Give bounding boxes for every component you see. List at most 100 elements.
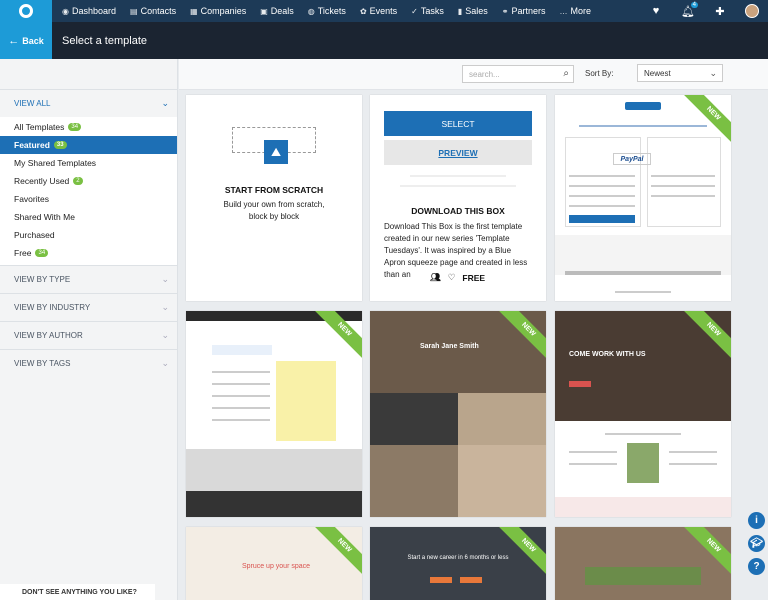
nav-dashboard[interactable]: ◉ Dashboard [62, 6, 116, 16]
thumb-photo [370, 445, 458, 517]
info-icon[interactable]: i [748, 512, 765, 529]
dashboard-icon: ◉ [62, 6, 69, 16]
nav-label: Contacts [140, 6, 177, 16]
arrow-left-icon: ← [8, 34, 20, 47]
template-card-sarah-jane[interactable]: NEW Sarah Jane Smith [370, 311, 546, 517]
view-all-section[interactable]: VIEW ALL ⌄ [0, 89, 177, 117]
section-label: VIEW BY TAGS [14, 359, 71, 368]
dont-see-anything-link[interactable]: DON'T SEE ANYTHING YOU LIKE? [0, 584, 155, 600]
nav-tasks[interactable]: ✓ Tasks [411, 6, 444, 16]
download-this-box-card[interactable]: SELECT PREVIEW DOWNLOAD THIS BOX Downloa… [370, 95, 546, 301]
start-from-scratch-card[interactable]: ⛰ START FROM SCRATCH Build your own from… [186, 95, 362, 301]
chevron-down-icon: ⌄ [161, 98, 169, 108]
nav-contacts[interactable]: ▤ Contacts [130, 6, 176, 16]
nav-label: Sales [465, 6, 488, 16]
favorites-heart-icon[interactable]: ♥ [640, 0, 672, 22]
back-label: Back [22, 35, 44, 46]
section-label: VIEW BY TYPE [14, 275, 71, 284]
nav-partners[interactable]: ⚭ Partners [502, 6, 546, 16]
user-avatar-button[interactable] [736, 0, 768, 22]
nav-companies[interactable]: ▦ Companies [190, 6, 246, 16]
card-title: DOWNLOAD THIS BOX [411, 206, 505, 216]
back-button[interactable]: ← Back [0, 22, 52, 59]
tasks-icon: ✓ [411, 6, 418, 16]
nav-items: ◉ Dashboard ▤ Contacts ▦ Companies ▣ Deals ◍ Tick… [62, 0, 605, 22]
template-card-marketing-form[interactable]: NEW [186, 311, 362, 517]
nav-label: Tickets [317, 6, 346, 16]
sidebar-item-favorites[interactable]: Favorites [0, 190, 177, 208]
partners-icon: ⚭ [501, 6, 509, 16]
thumb-hero-button [569, 381, 591, 387]
sort-value: Newest [644, 68, 671, 78]
sidebar-item-free[interactable]: Free 34 [0, 244, 177, 262]
thumb-line [651, 185, 715, 187]
thumb-photo [458, 445, 546, 517]
thumb-line [605, 433, 681, 435]
nav-sales[interactable]: ▮ Sales [458, 6, 488, 16]
section-view-by-type[interactable]: VIEW BY TYPE ⌄ [0, 265, 177, 293]
nav-tickets[interactable]: ◍ Tickets [308, 6, 346, 16]
thumb-logo-button [625, 102, 661, 110]
nav-label: Tasks [420, 6, 444, 16]
content-toolbar: search... ⌕ Sort By: Newest ⌄ [179, 59, 768, 90]
template-card-restaurant[interactable]: NEW [555, 527, 731, 600]
template-card-come-work[interactable]: NEW COME WORK WITH US [555, 311, 731, 517]
thumb-submit-button [569, 215, 635, 223]
image-placeholder-icon: ⛰ [264, 140, 288, 164]
count-badge: 34 [35, 249, 49, 257]
thumb-footer [555, 497, 731, 517]
template-filter-list: All Templates 34 Featured 33 My Shared Templ… [0, 117, 177, 265]
sidebar-item-recently-used[interactable]: Recently Used 2 [0, 172, 177, 190]
help-question-icon[interactable]: ? [748, 558, 765, 575]
chevron-down-icon: ⌄ [709, 68, 717, 78]
template-card-spruce[interactable]: NEW Spruce up your space [186, 527, 362, 600]
page-header: ← Back Select a template [0, 22, 768, 59]
sidebar-item-label: Shared With Me [14, 212, 75, 222]
sidebar-item-my-shared-templates[interactable]: My Shared Templates [0, 154, 177, 172]
search-input[interactable]: search... ⌕ [462, 65, 574, 83]
thumb-line [669, 463, 717, 465]
more-icon: … [559, 6, 568, 16]
nav-events[interactable]: ✿ Events [360, 6, 397, 16]
nav-label: Events [369, 6, 398, 16]
sidebar-item-featured[interactable]: Featured 33 [0, 136, 177, 154]
heart-icon[interactable]: ♡ [448, 272, 456, 283]
tickets-icon: ◍ [307, 6, 315, 16]
sidebar-item-label: Recently Used [14, 176, 70, 186]
sort-select[interactable]: Newest ⌄ [637, 64, 723, 82]
section-view-by-author[interactable]: VIEW BY AUTHOR ⌄ [0, 321, 177, 349]
template-card-paypal-checkout[interactable]: NEW PayPal [555, 95, 731, 301]
price-label: FREE [462, 272, 486, 283]
nav-label: Dashboard [71, 6, 117, 16]
section-view-by-tags[interactable]: VIEW BY TAGS ⌄ [0, 349, 177, 377]
chevron-down-icon: ⌄ [161, 302, 169, 312]
thumb-logos-strip [555, 235, 731, 275]
events-icon: ✿ [359, 6, 367, 16]
graduation-cap-icon[interactable]: 🎓︎ [748, 535, 765, 552]
faded-preview-line [410, 175, 506, 177]
thumb-hero-button [460, 577, 482, 583]
select-button[interactable]: SELECT [384, 111, 532, 136]
section-view-by-industry[interactable]: VIEW BY INDUSTRY ⌄ [0, 293, 177, 321]
count-badge: 33 [53, 141, 67, 149]
template-card-career[interactable]: NEW Start a new career in 6 months or le… [370, 527, 546, 600]
sidebar-item-all-templates[interactable]: All Templates 34 [0, 118, 177, 136]
sidebar-item-label: Featured [14, 140, 50, 150]
pin-icon[interactable]: ✚ [704, 0, 736, 22]
sort-label: Sort By: [585, 69, 614, 78]
sidebar-item-purchased[interactable]: Purchased [0, 226, 177, 244]
thumb-line [212, 371, 270, 373]
nav-label: Companies [200, 6, 247, 16]
thumb-logo-row [565, 271, 721, 275]
app-logo[interactable] [0, 0, 52, 22]
nav-more[interactable]: … More [560, 6, 592, 16]
sidebar-item-shared-with-me[interactable]: Shared With Me [0, 208, 177, 226]
thumb-hero-name: Sarah Jane Smith [420, 343, 479, 350]
nav-deals[interactable]: ▣ Deals [260, 6, 294, 16]
preview-button[interactable]: PREVIEW [384, 140, 532, 165]
search-icon[interactable]: ⌕ [563, 68, 569, 79]
thumb-photo [627, 443, 659, 483]
notifications-bell-icon[interactable]: 🔔︎ 4 [672, 0, 704, 22]
contacts-icon: ▤ [130, 6, 138, 16]
users-icon[interactable]: 👥︎ [430, 272, 441, 283]
